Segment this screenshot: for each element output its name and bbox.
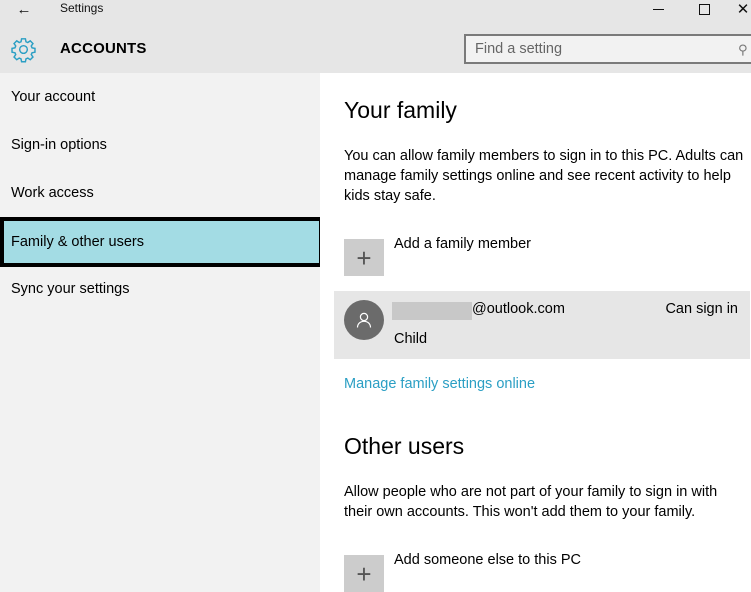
sidebar: Your account Sign-in options Work access… — [0, 73, 323, 592]
sidebar-item-label: Sign-in options — [11, 137, 107, 153]
add-family-member-button[interactable]: + Add a family member — [344, 236, 531, 276]
sidebar-item-label: Sync your settings — [11, 281, 130, 297]
plus-icon: + — [344, 239, 384, 276]
main-content: Your family You can allow family members… — [320, 73, 751, 592]
gear-icon — [11, 38, 36, 63]
other-users-heading: Other users — [344, 433, 465, 459]
plus-icon: + — [344, 555, 384, 592]
member-status: Can sign in — [665, 301, 738, 317]
back-arrow-icon: ← — [16, 0, 32, 18]
user-icon — [356, 312, 372, 328]
search-icon[interactable]: ⚲ — [738, 42, 748, 58]
back-button[interactable]: ← — [14, 0, 34, 18]
window-title: Settings — [60, 1, 104, 15]
minimize-button[interactable] — [638, 0, 678, 18]
minimize-icon — [652, 8, 664, 10]
sidebar-item-your-account[interactable]: Your account — [0, 73, 320, 121]
section-title: ACCOUNTS — [60, 40, 147, 57]
other-users-description: Allow people who are not part of your fa… — [344, 484, 718, 520]
sidebar-item-work-access[interactable]: Work access — [0, 169, 320, 217]
maximize-button[interactable] — [684, 0, 724, 18]
sidebar-item-label: Family & other users — [11, 234, 144, 250]
your-family-heading: Your family — [344, 97, 457, 123]
add-someone-else-label: Add someone else to this PC — [394, 552, 581, 568]
avatar — [344, 300, 384, 340]
member-email: @outlook.com — [472, 301, 565, 317]
sidebar-item-sign-in-options[interactable]: Sign-in options — [0, 121, 320, 169]
close-button[interactable]: ✕ — [728, 0, 751, 18]
add-family-member-label: Add a family member — [394, 236, 531, 252]
sidebar-item-label: Work access — [11, 185, 94, 201]
search-input[interactable] — [466, 41, 726, 57]
maximize-icon — [698, 3, 710, 15]
your-family-description: You can allow family members to sign in … — [344, 148, 744, 204]
close-icon: ✕ — [736, 0, 750, 18]
add-someone-else-button[interactable]: + Add someone else to this PC — [344, 552, 581, 592]
redacted-email-name — [392, 302, 472, 320]
search-box[interactable]: ⚲ — [464, 34, 751, 64]
family-member-item[interactable]: @outlook.com Child Can sign in — [334, 291, 750, 359]
member-role: Child — [394, 331, 428, 347]
title-bar: ← Settings ✕ ACCOUNTS ⚲ — [0, 0, 751, 73]
manage-family-settings-link[interactable]: Manage family settings online — [344, 376, 535, 392]
sidebar-item-sync-settings[interactable]: Sync your settings — [0, 265, 320, 313]
sidebar-item-label: Your account — [11, 89, 96, 105]
sidebar-item-family-other-users[interactable]: Family & other users — [0, 217, 323, 267]
